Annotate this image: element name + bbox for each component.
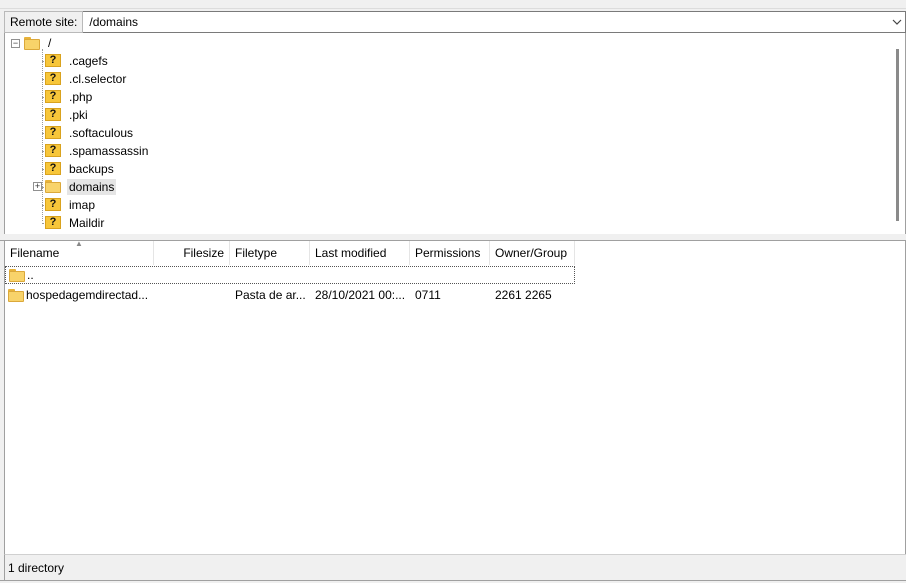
column-header-last-modified[interactable]: Last modified [310, 241, 410, 265]
tree-item-label: .cagefs [69, 54, 108, 68]
tree-item-backups[interactable]: ? backups [45, 160, 116, 178]
cell-owner-group: 2261 2265 [490, 288, 575, 302]
tree-item-cl-selector[interactable]: ? .cl.selector [45, 70, 128, 88]
column-header-permissions[interactable]: Permissions [410, 241, 490, 265]
cell-permissions: 0711 [410, 288, 490, 302]
cell-text: hospedagemdirectad... [26, 288, 149, 302]
unknown-folder-icon: ? [45, 144, 63, 158]
collapse-icon[interactable]: − [11, 38, 20, 48]
cell-text: Pasta de ar... [235, 288, 306, 302]
pane-splitter[interactable] [0, 234, 906, 241]
remote-file-list[interactable]: ▲ Filename Filesize Filetype Last modifi… [4, 241, 906, 554]
table-row[interactable]: hospedagemdirectad... Pasta de ar... 28/10… [5, 286, 575, 304]
cell-filename: .. [6, 268, 154, 282]
status-text: 1 directory [8, 560, 65, 575]
top-strip [0, 0, 906, 9]
folder-icon [45, 180, 63, 194]
tree-item-label: backups [69, 162, 114, 176]
tree-item-label: domains [67, 179, 117, 195]
tree-item-label: .cl.selector [69, 72, 127, 86]
tree-item-spamassassin[interactable]: ? .spamassassin [45, 142, 150, 160]
unknown-folder-icon: ? [45, 108, 63, 122]
remote-site-label: Remote site: [4, 11, 84, 33]
column-header-filename[interactable]: ▲ Filename [5, 241, 154, 265]
tree-guide-line [42, 49, 43, 221]
column-header-filetype[interactable]: Filetype [230, 241, 310, 265]
remote-directory-tree[interactable]: − / ? .cagefs? .cl.selector? .php? .pki? .sof… [4, 33, 906, 234]
tree-item-label: .php [69, 90, 93, 104]
cell-text: .. [27, 268, 34, 282]
tree-item-label: Maildir [69, 216, 105, 230]
tree-item-label: .spamassassin [69, 144, 149, 158]
parent-directory-row[interactable]: .. [5, 266, 575, 284]
file-list-header: ▲ Filename Filesize Filetype Last modifi… [5, 241, 575, 265]
tree-item-imap[interactable]: ? imap [45, 196, 97, 214]
unknown-folder-icon: ? [45, 216, 63, 230]
remote-site-bar: Remote site: /domains [4, 11, 906, 33]
tree-item-root[interactable]: − / [11, 34, 53, 52]
unknown-folder-icon: ? [45, 90, 63, 104]
folder-icon [8, 288, 24, 302]
tree-item-label: imap [69, 198, 96, 212]
tree-item-label: .pki [69, 108, 88, 122]
unknown-folder-icon: ? [45, 54, 63, 68]
unknown-folder-icon: ? [45, 162, 63, 176]
tree-scrollbar[interactable] [890, 33, 905, 234]
cell-filetype: Pasta de ar... [230, 288, 310, 302]
cell-text: 0711 [415, 288, 441, 302]
sort-ascending-icon: ▲ [75, 241, 83, 248]
tree-scrollbar-thumb[interactable] [896, 49, 899, 221]
cell-text: 2261 2265 [495, 288, 552, 302]
tree-item-maildir[interactable]: ? Maildir [45, 214, 106, 232]
cell-last-modified: 28/10/2021 00:... [310, 288, 410, 302]
column-header-filesize[interactable]: Filesize [154, 241, 230, 265]
unknown-folder-icon: ? [45, 72, 63, 86]
cell-filename: hospedagemdirectad... [5, 288, 154, 302]
cell-text: 28/10/2021 00:... [315, 288, 406, 302]
tree-item-pki[interactable]: ? .pki [45, 106, 90, 124]
folder-icon [9, 268, 25, 282]
expand-icon[interactable]: + [33, 182, 42, 191]
status-bar: 1 directory [4, 554, 906, 580]
chevron-down-icon[interactable] [889, 12, 905, 32]
tree-item-softaculous[interactable]: ? .softaculous [45, 124, 135, 142]
tree-item-domains[interactable]: + domains [33, 178, 117, 196]
tree-item-label: / [48, 36, 52, 50]
column-header-owner-group[interactable]: Owner/Group [490, 241, 575, 265]
remote-path-combobox[interactable]: /domains [83, 11, 906, 33]
tree-item-label: .softaculous [69, 126, 134, 140]
tree-item-php[interactable]: ? .php [45, 88, 94, 106]
unknown-folder-icon: ? [45, 126, 63, 140]
folder-icon [24, 36, 40, 50]
remote-path-input[interactable]: /domains [89, 15, 138, 29]
unknown-folder-icon: ? [45, 198, 63, 212]
tree-item-cagefs[interactable]: ? .cagefs [45, 52, 110, 70]
